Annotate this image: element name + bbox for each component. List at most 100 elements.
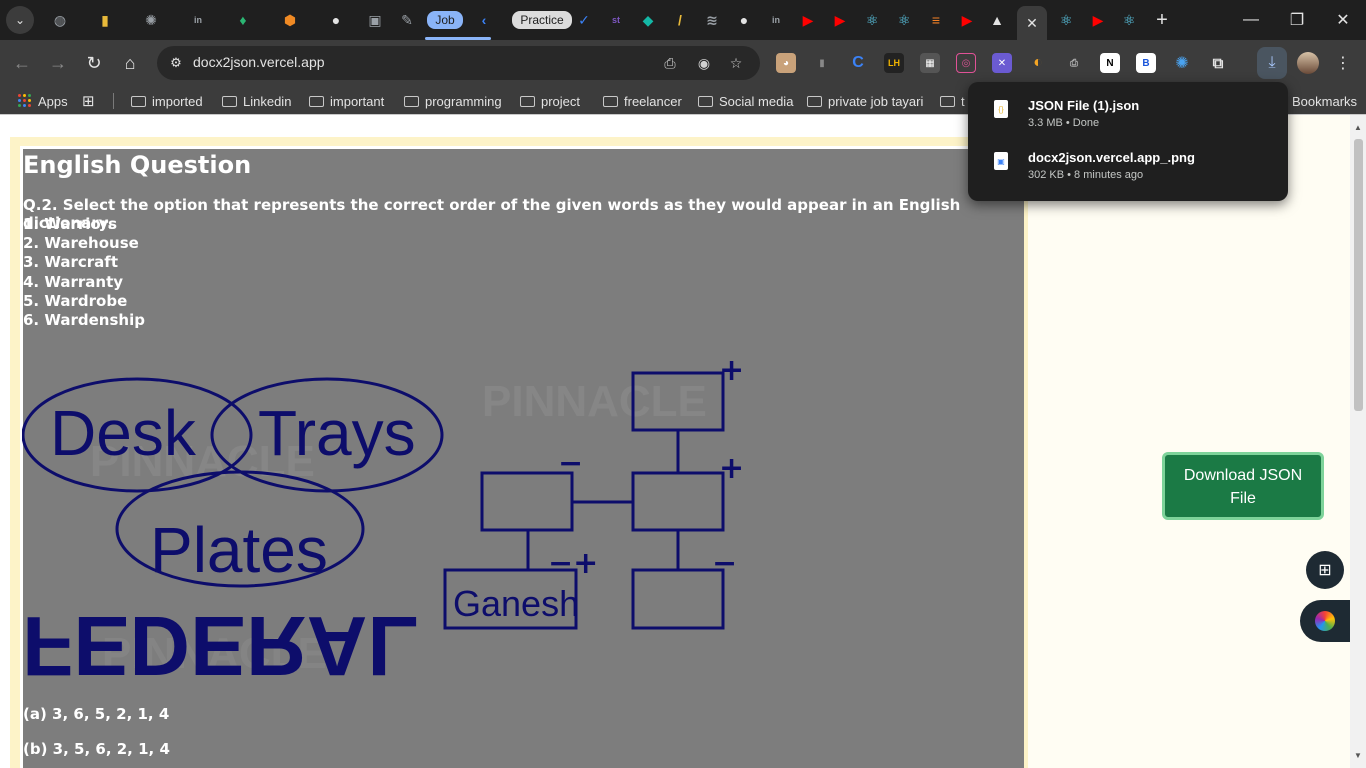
bookmark-folder-label: private job tayari [828,93,924,109]
youtube-icon: ▶ [834,11,846,28]
react-icon: ⚛ [1122,11,1136,28]
browser-tab[interactable]: ⬢ [275,6,305,34]
github-icon: ● [739,12,749,28]
reload-button[interactable]: ↻ [80,49,108,77]
address-bar[interactable]: ⚙ docx2json.vercel.app ⎙ ◉ ☆ [157,46,760,80]
linkedin-icon: in [772,15,780,25]
extensions-puzzle-icon[interactable]: ⧉ [1208,53,1228,73]
bookmark-folder[interactable]: important [309,92,384,110]
browser-tab[interactable]: ◆ [633,6,663,34]
browser-tab[interactable]: ● [729,6,759,34]
forward-button[interactable]: → [44,49,72,77]
bookmark-folder[interactable]: Linkedin [222,92,291,110]
browser-tab[interactable]: in [761,6,791,34]
home-button[interactable]: ⌂ [116,49,144,77]
bookmark-folder-label: Social media [719,93,794,109]
downloads-bubble: {} JSON File (1).json 3.3 MB • Done ▣ do… [968,82,1288,201]
browser-tab[interactable]: st [601,6,631,34]
browser-tab[interactable]: ▮ [90,6,120,34]
page-scrollbar[interactable]: ▲ ▼ [1350,115,1366,768]
scroll-down-icon[interactable]: ▼ [1353,751,1363,761]
browser-tab[interactable]: in [183,6,213,34]
extension-avatar-icon[interactable]: ◕ [776,53,796,73]
extension-gray-icon[interactable]: ▦ [920,53,940,73]
extension-camera-icon[interactable]: ◎ [956,53,976,73]
bookmark-apps[interactable]: Apps [18,92,68,110]
bookmark-folder[interactable]: imported [131,92,203,110]
star-icon[interactable]: ☆ [726,54,746,72]
restore-button[interactable]: ❐ [1282,8,1312,32]
download-item[interactable]: ▣ docx2json.vercel.app_.png 302 KB • 8 m… [968,138,1288,186]
word-item: 3. Warcraft [23,253,118,271]
scroll-thumb[interactable] [1354,139,1363,411]
extension-orange-icon[interactable]: ◐ [1028,53,1048,73]
browser-tab[interactable]: ● [321,6,351,34]
url-text[interactable]: docx2json.vercel.app [193,54,325,70]
browser-tab[interactable]: ✺ [136,6,166,34]
extension-lh-icon[interactable]: LH [884,53,904,73]
browser-tab[interactable]: ♦ [228,6,258,34]
minimize-button[interactable]: — [1236,8,1266,32]
back-button[interactable]: ← [8,49,36,77]
all-bookmarks[interactable]: Bookmarks [1292,92,1357,110]
browser-tab[interactable]: ▶ [1083,6,1113,34]
bookmark-folder[interactable]: programming [404,92,502,110]
browser-tab[interactable]: / [665,6,695,34]
bookmark-folder[interactable]: freelancer [603,92,682,110]
browser-tab[interactable]: ▣ [360,6,390,34]
extension-mail-icon[interactable]: ✕ [992,53,1012,73]
browser-tab[interactable]: ⚛ [857,6,887,34]
tab-strip: ⌄ ◍ ▮ ✺ in ♦ ⬢ ● ▣ ✎ ‹ ✓ st ◆ / ≋ ● in ▶ ▶ ⚛ ⚛ ≡ ▶ ▲ ✕ ⚛ ▶ ⚛ Job Prac… [0,0,1366,40]
bookmark-separator [113,93,114,109]
browser-tab[interactable]: ✎ [392,6,422,34]
browser-tab[interactable]: ✕ [1017,6,1047,40]
download-json-button[interactable]: Download JSON File [1162,452,1324,520]
extension-mouse-icon[interactable]: ▮ [812,53,832,73]
browser-tab[interactable]: ▶ [952,6,982,34]
extension-c-icon[interactable]: C [848,53,868,73]
browser-tab-group-label[interactable]: Job [425,6,465,34]
browser-tab[interactable]: ⚛ [889,6,919,34]
diagram-box [480,471,574,532]
extension-print-icon[interactable]: ⎙ [1064,53,1084,73]
download-meta: 302 KB • 8 minutes ago [1028,169,1144,181]
browser-tab[interactable]: ≡ [921,6,951,34]
folder-icon [404,95,419,107]
downloads-button[interactable]: ⤓ [1257,47,1287,79]
browser-tab[interactable]: ▲ [982,6,1012,34]
profile-avatar[interactable] [1297,52,1319,74]
bookmark-folder[interactable]: Social media [698,92,793,110]
scroll-up-icon[interactable]: ▲ [1353,123,1363,133]
extension-notion-icon[interactable]: N [1100,53,1120,73]
browser-tab[interactable]: ⚛ [1114,6,1144,34]
eye-off-icon[interactable]: ◉ [694,54,714,72]
venn-label: Desk [50,397,197,469]
close-window-button[interactable]: ✕ [1328,8,1358,32]
reader-mode-icon[interactable]: ⊞ [1306,551,1344,589]
bookmark-folder-label: programming [425,93,502,109]
tab-groups-icon[interactable]: ⊞ [82,92,95,110]
triangle-icon: ▲ [990,12,1004,28]
bookmark-folder[interactable]: project [520,92,580,110]
browser-tab-group-label[interactable]: Practice [512,6,572,34]
download-item[interactable]: {} JSON File (1).json 3.3 MB • Done [968,86,1288,134]
react-icon: ⚛ [1059,11,1073,28]
browser-tab[interactable]: ≋ [697,6,727,34]
browser-tab[interactable]: ⚛ [1051,6,1081,34]
browser-tab[interactable]: ▶ [793,6,823,34]
tab-search-button[interactable]: ⌄ [6,6,34,34]
site-info-icon[interactable]: ⚙ [167,54,185,72]
browser-tab[interactable]: ◍ [45,6,75,34]
browser-tab[interactable]: ✓ [569,6,599,34]
new-tab-button[interactable]: + [1150,8,1174,32]
bookmark-folder[interactable]: t [940,92,965,110]
install-app-icon[interactable]: ⎙ [660,54,680,72]
bookmark-folder[interactable]: private job tayari [807,92,923,110]
extension-openai-icon[interactable]: ✺ [1172,53,1192,73]
word-item: 6. Wardenship [23,311,145,329]
browser-menu-button[interactable]: ⋮ [1333,52,1353,74]
extension-b-icon[interactable]: B [1136,53,1156,73]
browser-tab[interactable]: ▶ [825,6,855,34]
color-picker-icon[interactable] [1300,600,1350,642]
browser-tab[interactable]: ‹ [469,6,499,34]
